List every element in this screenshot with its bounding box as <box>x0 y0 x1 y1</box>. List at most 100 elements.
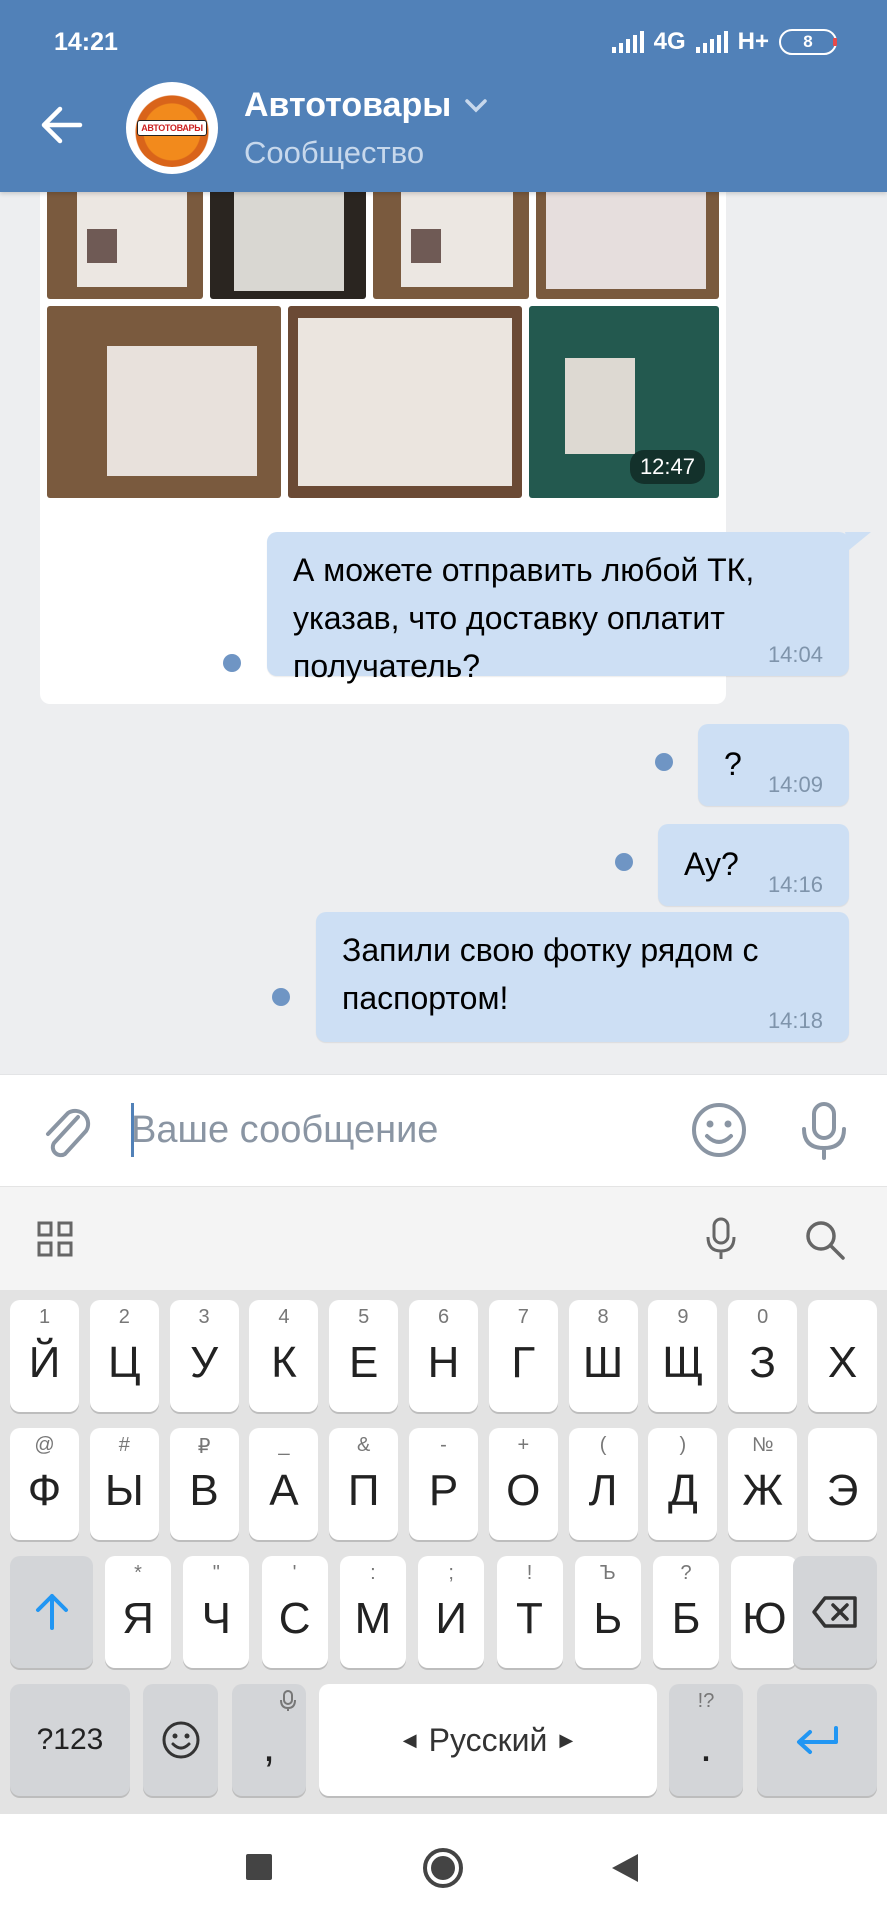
photo-timestamp: 12:47 <box>629 450 705 484</box>
chat-title-block[interactable]: Автотовары Сообщество <box>244 86 488 171</box>
key-label: Ф <box>27 1466 62 1515</box>
apps-grid-icon[interactable] <box>37 1221 73 1257</box>
key-letter[interactable]: (Л <box>568 1428 638 1540</box>
space-key[interactable]: ◀ Русский ▶ <box>319 1684 657 1796</box>
key-letter[interactable]: 8Ш <box>568 1300 638 1412</box>
community-avatar[interactable]: АВТОТОВАРЫ <box>126 82 218 174</box>
key-letter[interactable]: 3У <box>169 1300 239 1412</box>
key-label: Н <box>427 1338 460 1387</box>
outgoing-message[interactable]: Запили свою фотку рядом с паспортом! 14:… <box>316 912 849 1042</box>
message-text-line: указав, что доставку оплатит <box>293 600 725 636</box>
key-label: Ч <box>201 1594 231 1643</box>
photo-thumbnail[interactable] <box>536 192 719 299</box>
key-letter[interactable]: 5Е <box>329 1300 399 1412</box>
comma-key[interactable]: , <box>232 1684 306 1796</box>
key-hint: 5 <box>358 1306 370 1328</box>
period-key[interactable]: !?. <box>669 1684 743 1796</box>
microphone-icon <box>802 1102 846 1160</box>
outgoing-message[interactable]: А можете отправить любой ТК, указав, что… <box>267 532 849 684</box>
key-hint: 9 <box>677 1306 689 1328</box>
key-label: Ж <box>742 1466 783 1515</box>
key-letter[interactable]: ₽ В <box>169 1428 239 1540</box>
key-letter[interactable]: 9Щ <box>648 1300 718 1412</box>
status-time: 14:21 <box>54 27 118 56</box>
key-hint: Ъ <box>599 1562 616 1584</box>
key-letter[interactable]: 0З <box>728 1300 798 1412</box>
status-icons: 4G H+ 8 <box>611 28 837 56</box>
key-hint: ; <box>448 1562 454 1584</box>
key-letter[interactable]: 2Ц <box>89 1300 159 1412</box>
enter-key[interactable] <box>757 1684 877 1796</box>
key-letter[interactable]: ЪЬ <box>574 1556 641 1668</box>
key-letter[interactable]: 1Й <box>10 1300 79 1412</box>
message-text-line: получатель? <box>293 648 481 684</box>
attach-button[interactable] <box>38 1103 94 1168</box>
symbols-key[interactable]: ?123 <box>10 1684 130 1796</box>
key-letter[interactable]: 7Г <box>488 1300 558 1412</box>
key-letter[interactable]: @ Ф <box>10 1428 79 1540</box>
key-letter[interactable]: # Ы <box>89 1428 159 1540</box>
photo-thumbnail[interactable]: 12:47 <box>529 306 719 498</box>
key-letter[interactable]: Э <box>808 1428 877 1540</box>
backspace-icon <box>812 1596 857 1628</box>
space-language-label: Русский <box>428 1721 548 1758</box>
key-label: Ш <box>582 1338 624 1387</box>
key-letter[interactable]: 6Н <box>409 1300 478 1412</box>
back-triangle-icon[interactable] <box>610 1852 640 1884</box>
key-hint: _ <box>278 1434 290 1456</box>
key-letter[interactable]: ! Т <box>496 1556 563 1668</box>
battery-icon: 8 <box>779 29 837 55</box>
voice-message-button[interactable] <box>796 1101 852 1166</box>
key-letter[interactable]: Х <box>808 1300 877 1412</box>
key-letter[interactable]: & П <box>329 1428 399 1540</box>
key-letter[interactable]: + О <box>488 1428 558 1540</box>
key-hint: 1 <box>38 1306 51 1328</box>
key-letter[interactable]: :М <box>339 1556 406 1668</box>
key-letter[interactable]: ? Б <box>653 1556 720 1668</box>
message-time: 14:18 <box>767 1008 823 1033</box>
outgoing-message[interactable]: ? 14:09 <box>698 724 849 806</box>
system-nav-bar <box>0 1814 887 1920</box>
photo-thumbnail[interactable] <box>47 192 203 299</box>
keyboard-mic-icon[interactable] <box>704 1217 738 1261</box>
key-letter[interactable]: № Ж <box>728 1428 798 1540</box>
key-hint: 3 <box>198 1306 210 1328</box>
mic-hint-icon <box>280 1690 296 1711</box>
key-letter[interactable]: ' С <box>261 1556 328 1668</box>
message-text-line: А можете отправить любой ТК, <box>293 552 755 588</box>
photo-thumbnail[interactable] <box>210 192 366 299</box>
key-hint: ₽ <box>197 1436 211 1458</box>
key-letter[interactable]: " Ч <box>183 1556 250 1668</box>
caret-right-icon: ▶ <box>559 1729 574 1750</box>
message-list[interactable]: 12:47 А можете отправить любой ТК, указа… <box>0 192 887 1074</box>
key-letter[interactable]: 4К <box>249 1300 319 1412</box>
key-letter[interactable]: ; И <box>418 1556 485 1668</box>
key-letter[interactable]: * Я <box>105 1556 171 1668</box>
key-letter[interactable]: -Р <box>409 1428 478 1540</box>
emoji-key[interactable] <box>143 1684 218 1796</box>
arrow-left-icon <box>41 106 83 144</box>
recents-square-icon[interactable] <box>246 1854 272 1880</box>
keyboard-toolbar <box>0 1186 887 1290</box>
key-hint: 7 <box>517 1306 529 1328</box>
key-letter[interactable]: _ А <box>249 1428 319 1540</box>
outgoing-message[interactable]: Ау? 14:16 <box>658 824 849 906</box>
key-hint: + <box>517 1434 530 1456</box>
keyboard-search-icon[interactable] <box>804 1219 846 1261</box>
shift-key[interactable] <box>10 1556 93 1668</box>
key-letter[interactable]: Ю <box>731 1556 798 1668</box>
home-circle-icon[interactable] <box>423 1848 463 1888</box>
photo-thumbnail[interactable] <box>47 306 281 498</box>
gear-logo-icon: АВТОТОВАРЫ <box>133 89 211 167</box>
photo-thumbnail[interactable] <box>288 306 522 498</box>
key-label: З <box>749 1338 776 1387</box>
backspace-key[interactable] <box>793 1556 877 1668</box>
key-hint: 0 <box>757 1306 769 1328</box>
key-letter[interactable]: ) Д <box>648 1428 718 1540</box>
photo-thumbnail[interactable] <box>373 192 529 299</box>
network-type-label-2: H+ <box>737 28 769 55</box>
emoji-button[interactable] <box>690 1101 748 1164</box>
message-input[interactable]: Ваше сообщение <box>131 1109 438 1152</box>
network-type-label: 4G <box>653 28 686 55</box>
back-button[interactable] <box>40 105 90 145</box>
